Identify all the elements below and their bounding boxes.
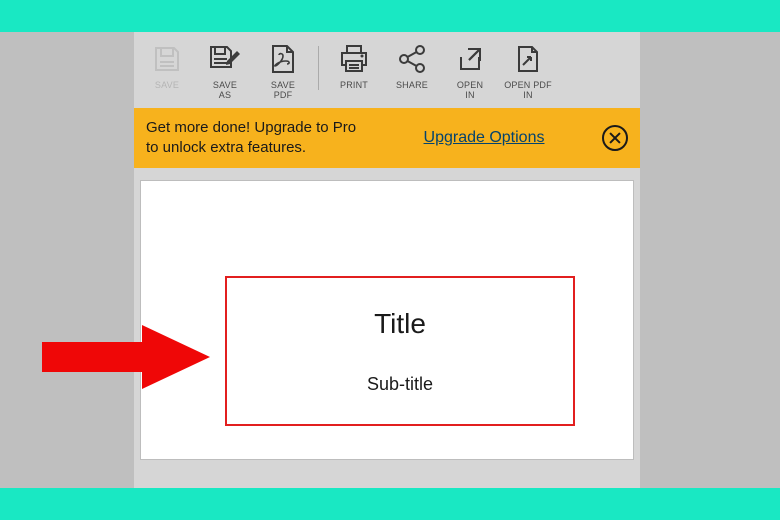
document-page[interactable]: Title Sub-title xyxy=(140,180,634,460)
share-button[interactable]: SHARE xyxy=(383,42,441,90)
upgrade-banner: Get more done! Upgrade to Pro to unlock … xyxy=(134,108,640,168)
slide-title[interactable]: Title xyxy=(374,308,426,340)
save-label: SAVE xyxy=(155,80,179,90)
share-icon xyxy=(396,42,428,76)
app-window: SAVE SAVE xyxy=(134,32,640,488)
open-in-button[interactable]: OPEN IN xyxy=(441,42,499,100)
upgrade-options-link[interactable]: Upgrade Options xyxy=(424,129,545,147)
print-label: PRINT xyxy=(340,80,368,90)
save-as-button[interactable]: SAVE AS xyxy=(196,42,254,100)
save-button[interactable]: SAVE xyxy=(138,42,196,90)
print-icon xyxy=(337,42,371,76)
share-label: SHARE xyxy=(396,80,428,90)
open-pdf-in-button[interactable]: OPEN PDF IN xyxy=(499,42,557,100)
print-button[interactable]: PRINT xyxy=(325,42,383,90)
save-as-icon xyxy=(209,42,241,76)
upgrade-message: Get more done! Upgrade to Pro to unlock … xyxy=(146,118,366,158)
banner-close-button[interactable] xyxy=(602,125,628,151)
save-icon xyxy=(152,42,182,76)
open-in-icon xyxy=(455,42,485,76)
stage: SAVE SAVE xyxy=(0,0,780,520)
save-pdf-label: SAVE PDF xyxy=(271,80,295,100)
slide-subtitle[interactable]: Sub-title xyxy=(367,374,433,395)
open-in-label: OPEN IN xyxy=(457,80,483,100)
save-as-label: SAVE AS xyxy=(213,80,237,100)
decorative-band-bottom xyxy=(0,488,780,520)
save-pdf-icon xyxy=(268,42,298,76)
save-pdf-button[interactable]: SAVE PDF xyxy=(254,42,312,100)
open-pdf-in-icon xyxy=(513,42,543,76)
toolbar: SAVE SAVE xyxy=(134,32,640,108)
document-area: Title Sub-title xyxy=(134,168,640,460)
open-pdf-in-label: OPEN PDF IN xyxy=(504,80,552,100)
title-slide-placeholder[interactable]: Title Sub-title xyxy=(225,276,575,426)
decorative-band-top xyxy=(0,0,780,32)
toolbar-separator xyxy=(318,46,319,90)
